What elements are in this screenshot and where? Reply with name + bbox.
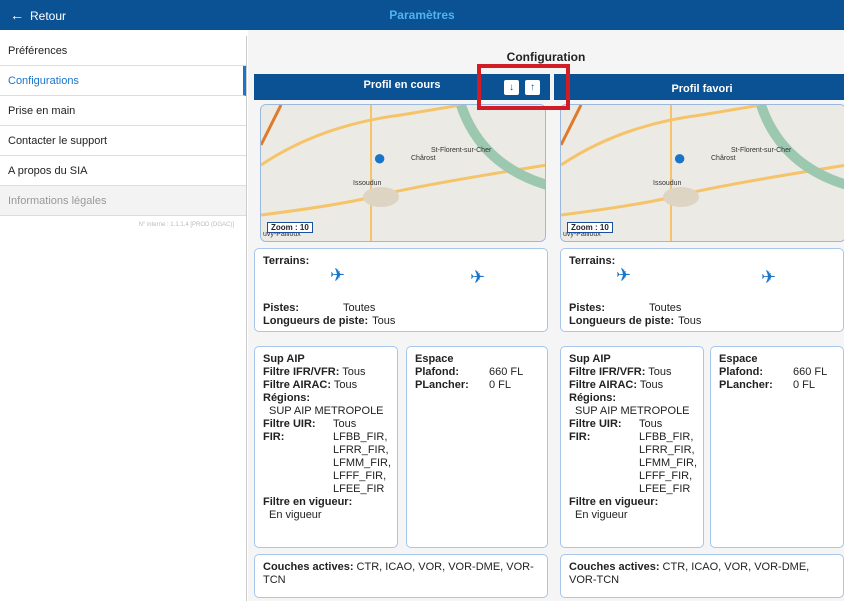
- top-bar: ← Retour Paramètres: [0, 0, 844, 30]
- regions-value: SUP AIP METROPOLE: [269, 405, 384, 417]
- couches-card: Couches actives: CTR, ICAO, VOR, VOR-DME…: [254, 554, 548, 598]
- zoom-label: Zoom : 10: [567, 222, 613, 233]
- plancher-label: PLancher:: [719, 379, 773, 391]
- filtre-airac-value: Tous: [333, 379, 358, 391]
- espace-title: Espace: [415, 353, 454, 365]
- sidebar-item-prise-en-main[interactable]: Prise en main: [0, 96, 246, 126]
- regions-label: Régions:: [263, 392, 311, 404]
- sidebar-item-support[interactable]: Contacter le support: [0, 126, 246, 156]
- fir-value: LFRR_FIR,: [639, 444, 695, 456]
- map-preview[interactable]: Issoudun Chârost St-Florent-sur-Cher uvy…: [560, 104, 844, 242]
- pistes-value: Toutes: [649, 302, 682, 314]
- helicopter-icon: ✈: [470, 267, 486, 287]
- sup-aip-title: Sup AIP: [263, 353, 305, 365]
- pistes-value: Toutes: [343, 302, 376, 314]
- longueurs-label: Longueurs de piste:: [263, 315, 369, 327]
- filtre-vigueur-value: En vigueur: [269, 509, 322, 521]
- fir-value: LFRR_FIR,: [333, 444, 389, 456]
- fir-label: FIR:: [263, 431, 285, 443]
- filtre-ifr-label: Filtre IFR/VFR:: [263, 366, 340, 378]
- filtre-vigueur-value: En vigueur: [575, 509, 628, 521]
- map-pin-icon: ●: [373, 145, 387, 170]
- filtre-airac-label: Filtre AIRAC:: [569, 379, 638, 391]
- map-label-charost: Chârost: [411, 155, 436, 162]
- filtre-vigueur-label: Filtre en vigueur:: [263, 496, 353, 508]
- map-label-st-florent: St-Florent-sur-Cher: [731, 147, 792, 154]
- filtre-ifr-value: Tous: [342, 366, 366, 378]
- terrains-label: Terrains:: [263, 255, 310, 267]
- fir-value: LFEE_FIR: [639, 483, 691, 495]
- fir-label: FIR:: [569, 431, 591, 443]
- map-label-issoudun: Issoudun: [653, 180, 682, 187]
- espace-card: Espace Plafond: 660 FL PLancher: 0 FL: [710, 346, 844, 548]
- plafond-label: Plafond:: [415, 366, 459, 378]
- sup-aip-card: Sup AIP Filtre IFR/VFR: Tous Filtre AIRA…: [254, 346, 398, 548]
- highlight-box: [477, 64, 570, 110]
- fir-value: LFFF_FIR,: [639, 470, 693, 482]
- plafond-label: Plafond:: [719, 366, 763, 378]
- fir-value: LFEE_FIR: [333, 483, 385, 495]
- page-title: Paramètres: [389, 8, 455, 22]
- map-preview[interactable]: Issoudun Chârost St-Florent-sur-Cher uvy…: [260, 104, 546, 242]
- terrains-card: Terrains: ✈ ✈ Pistes: Toutes Longueurs d…: [254, 248, 548, 332]
- sidebar-item-a-propos[interactable]: A propos du SIA: [0, 156, 246, 186]
- couches-card: Couches actives: CTR, ICAO, VOR, VOR-DME…: [560, 554, 844, 598]
- regions-value: SUP AIP METROPOLE: [575, 405, 690, 417]
- sidebar-item-preferences[interactable]: Préférences: [0, 36, 246, 66]
- map-label-st-florent: St-Florent-sur-Cher: [431, 147, 492, 154]
- sidebar-item-configurations[interactable]: Configurations: [0, 66, 246, 96]
- couches-label: Couches actives:: [569, 561, 660, 573]
- helicopter-icon: ✈: [761, 267, 777, 287]
- filtre-airac-label: Filtre AIRAC:: [263, 379, 332, 391]
- filtre-uir-value: Tous: [639, 418, 663, 430]
- sup-aip-card: Sup AIP Filtre IFR/VFR: Tous Filtre AIRA…: [560, 346, 704, 548]
- plancher-value: 0 FL: [489, 379, 512, 391]
- longueurs-value: Tous: [678, 315, 702, 327]
- filtre-vigueur-label: Filtre en vigueur:: [569, 496, 659, 508]
- main-panel: Configuration Profil en cours Issoudun C…: [248, 30, 844, 601]
- fir-value: LFMM_FIR,: [333, 457, 392, 469]
- espace-title: Espace: [719, 353, 758, 365]
- fir-value: LFMM_FIR,: [639, 457, 698, 469]
- filtre-ifr-value: Tous: [648, 366, 672, 378]
- longueurs-value: Tous: [372, 315, 396, 327]
- map-label-issoudun: Issoudun: [353, 180, 382, 187]
- plafond-value: 660 FL: [793, 366, 828, 378]
- terrains-label: Terrains:: [569, 255, 616, 267]
- zoom-label: Zoom : 10: [267, 222, 313, 233]
- filtre-uir-label: Filtre UIR:: [569, 418, 622, 430]
- plancher-label: PLancher:: [415, 379, 469, 391]
- fir-value: LFFF_FIR,: [333, 470, 387, 482]
- map-pin-icon: ●: [673, 145, 687, 170]
- couches-label: Couches actives:: [263, 561, 354, 573]
- filtre-ifr-label: Filtre IFR/VFR:: [569, 366, 646, 378]
- sup-aip-title: Sup AIP: [569, 353, 611, 365]
- pistes-label: Pistes:: [569, 302, 606, 314]
- plane-icon: ✈: [330, 265, 346, 285]
- filtre-airac-value: Tous: [639, 379, 664, 391]
- configuration-title: Configuration: [506, 50, 586, 64]
- fir-value: LFBB_FIR,: [333, 431, 388, 443]
- map-label-charost: Chârost: [711, 155, 736, 162]
- fir-value: LFBB_FIR,: [639, 431, 694, 443]
- plancher-value: 0 FL: [793, 379, 816, 391]
- filtre-uir-label: Filtre UIR:: [263, 418, 316, 430]
- profile-favorite-column: Profil favori Issoudun Chârost St-Floren…: [554, 74, 844, 242]
- regions-label: Régions:: [569, 392, 617, 404]
- pistes-label: Pistes:: [263, 302, 300, 314]
- profile-favorite-header: Profil favori: [554, 74, 844, 100]
- filtre-uir-value: Tous: [333, 418, 357, 430]
- sidebar: Préférences Configurations Prise en main…: [0, 36, 247, 601]
- longueurs-label: Longueurs de piste:: [569, 315, 675, 327]
- version-text: N° interne : 1.1.1.4 [PROD (DGAC)]: [138, 222, 234, 228]
- sidebar-item-informations-legales[interactable]: Informations légales: [0, 186, 246, 216]
- plane-icon: ✈: [616, 265, 632, 285]
- terrains-card: Terrains: ✈ ✈ Pistes: Toutes Longueurs d…: [560, 248, 844, 332]
- plafond-value: 660 FL: [489, 366, 524, 378]
- espace-card: Espace Plafond: 660 FL PLancher: 0 FL: [406, 346, 548, 548]
